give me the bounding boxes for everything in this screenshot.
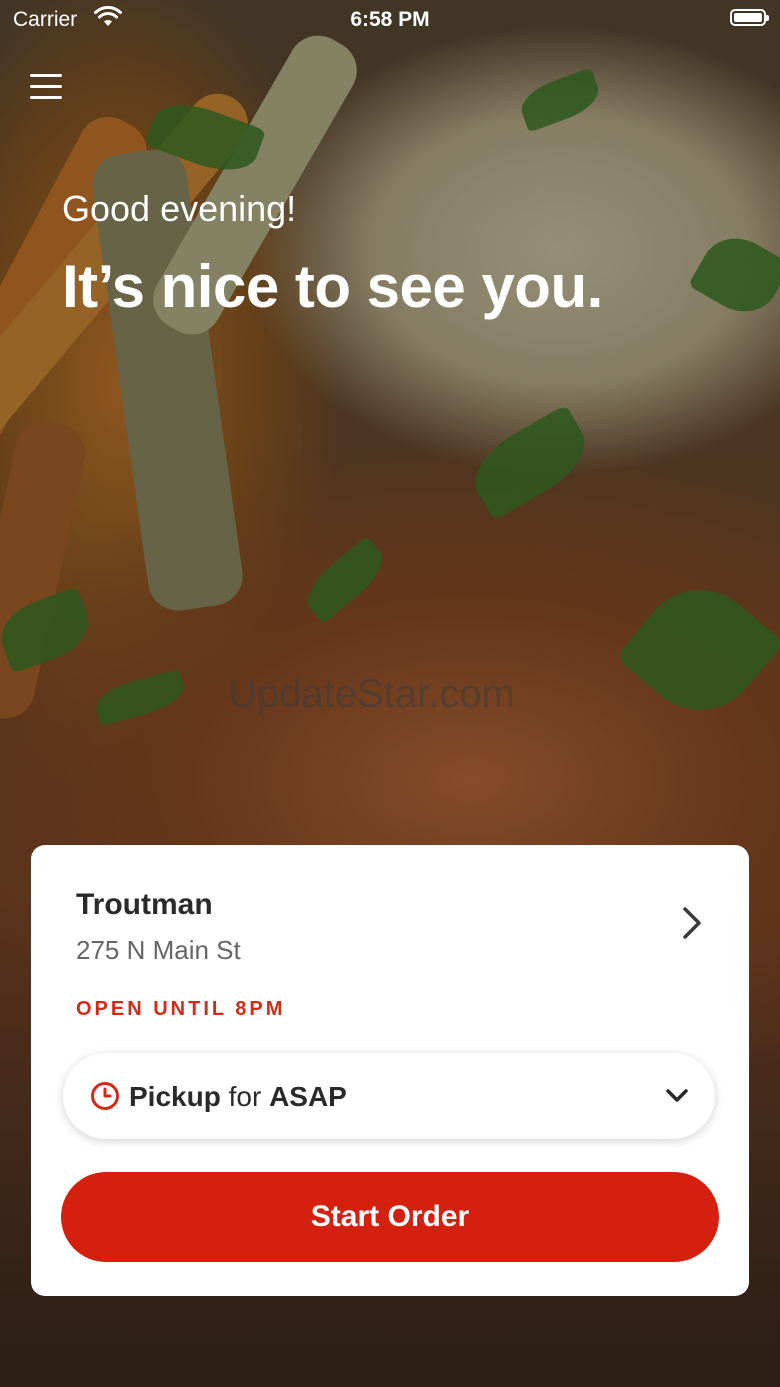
battery-icon [730, 9, 769, 26]
clock-icon [90, 1081, 120, 1111]
order-mode-type: Pickup [129, 1081, 221, 1112]
order-mode-selector[interactable]: Pickup for ASAP [63, 1053, 715, 1139]
hamburger-menu-icon[interactable] [30, 74, 62, 102]
hours-status: OPEN UNTIL 8PM [76, 998, 286, 1020]
order-mode-connector: for [228, 1081, 262, 1112]
chevron-right-icon[interactable] [679, 905, 707, 941]
store-address: 275 N Main St [76, 935, 241, 965]
start-order-button[interactable]: Start Order [61, 1172, 719, 1262]
store-name[interactable]: Troutman [76, 888, 213, 922]
status-bar: Carrier 6:58 PM [0, 0, 780, 40]
location-card: Troutman 275 N Main St OPEN UNTIL 8PM Pi… [31, 845, 749, 1296]
greeting-text: Good evening! [62, 188, 297, 229]
order-mode-text: Pickup for ASAP [129, 1081, 347, 1113]
chevron-down-icon [665, 1087, 689, 1105]
watermark: UpdateStar.com [228, 672, 515, 716]
status-time: 6:58 PM [350, 8, 430, 31]
welcome-headline: It’s nice to see you. [62, 253, 603, 320]
order-mode-time: ASAP [269, 1081, 347, 1112]
